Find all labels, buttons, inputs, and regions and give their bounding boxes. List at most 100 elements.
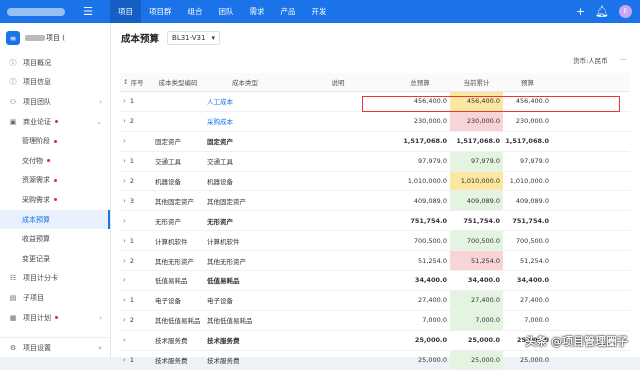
business-icon: ▣ [9,117,17,126]
sidebar-item[interactable]: ⚇ 项目团队 › [0,92,110,112]
main-content: 成本预算 BL31-V31 ▾ 货币:人民币 ··· ↕ 序号 成本类型编码 成本… [111,23,640,370]
cell-desc [286,112,390,131]
table-row[interactable]: › 2 其他无形资产 其他无形资产 51,254.0 51,254.0 51,254.0 [120,251,630,272]
cell-desc [286,271,390,290]
expand-icon[interactable]: › [123,276,126,284]
cell-type[interactable]: 采购成本 [204,112,286,131]
expand-icon[interactable]: › [123,316,126,324]
expand-icon[interactable]: › [123,336,126,344]
table-row[interactable]: › 1 人工成本 456,400.0 456,400.0 456,400.0 [120,92,630,112]
expand-icon[interactable]: › [123,197,126,205]
cell-current: 25,000.0 [450,350,503,370]
sidebar-item-label: 项目团队 [23,97,51,106]
sidebar-item[interactable]: ☷ 项目计分卡 [0,269,110,289]
sidebar-item-label: 资源需求 [22,176,50,185]
col-header-desc[interactable]: 说明 [286,73,390,91]
version-value: BL31-V31 [172,34,206,42]
sidebar: ≡ 项目 ( ⓘ 项目概况 ⓘ 项目信息 ⚇ 项目团队 › ▣ 商业论证 ⌄ 管理阶段 交付物 资源需求… [0,23,111,357]
sidebar-item-label: 商业论证 [23,117,51,126]
cell-type: 其他低值易耗品 [207,317,253,326]
col-header-code[interactable]: 成本类型编码 [152,73,204,91]
info-icon: ⓘ [9,58,17,67]
col-header-budget[interactable]: 预算 [503,73,552,91]
cell-code: 其他低值易耗品 [155,317,201,326]
currency-label: 货币:人民币 [573,57,608,65]
avatar[interactable]: E [619,5,632,18]
nav-item[interactable]: 需求 [242,0,273,23]
expand-icon[interactable]: › [123,356,126,364]
cell-desc [286,191,390,210]
nav-item[interactable]: 项目 [110,0,141,23]
cell-budget: 34,400.0 [516,276,549,285]
expand-icon[interactable]: › [123,97,126,105]
table-row[interactable]: › 2 其他低值易耗品 其他低值易耗品 7,000.0 7,000.0 7,000.0 [120,310,630,331]
cell-current: 97,979.0 [450,151,503,171]
bell-icon[interactable]: 🔔︎ [595,5,609,18]
cell-type[interactable]: 人工成本 [204,92,286,111]
expand-icon[interactable]: › [123,137,126,145]
sidebar-item[interactable]: 管理阶段 [0,131,110,151]
cell-no: › 1 [123,296,134,305]
cell-budget: 1,010,000.0 [509,177,549,185]
nav-item[interactable]: 团队 [211,0,242,23]
app-logo[interactable] [0,0,80,23]
table-row[interactable]: › 3 其他固定资产 其他固定资产 409,089.0 409,089.0 409,089.… [120,191,630,212]
expand-icon[interactable]: › [123,217,126,225]
cell-budget: 456,400.0 [515,97,549,106]
cell-current: 456,400.0 [450,92,503,111]
sidebar-item[interactable]: 采购需求 [0,190,110,210]
expand-icon[interactable]: › [123,296,126,304]
table-row[interactable]: › 无形资产 无形资产 751,754.0 751,754.0 751,754.0 [120,211,630,232]
sidebar-item[interactable]: 收益预算 [0,229,110,249]
table-row[interactable]: › 2 机器设备 机器设备 1,010,000.0 1,010,000.0 1,010,00… [120,171,630,192]
expand-icon[interactable]: › [123,237,126,245]
table-row[interactable]: › 低值易耗品 低值易耗品 34,400.0 34,400.0 34,400.0 [120,271,630,291]
sidebar-item-settings[interactable]: ⚙ 项目设置 « [0,337,110,357]
sidebar-item[interactable]: 资源需求 [0,171,110,191]
sidebar-item[interactable]: ⓘ 项目信息 [0,73,110,93]
table-row[interactable]: › 1 技术服务费 技术服务费 25,000.0 25,000.0 25,000.0 [120,350,630,370]
nav-item[interactable]: 组合 [180,0,211,23]
more-icon[interactable]: ··· [620,56,626,64]
status-dot [55,120,58,124]
sidebar-item[interactable]: ⓘ 项目概况 [0,53,110,73]
sidebar-item[interactable]: ▣ 商业论证 ⌄ [0,112,110,132]
col-header-type[interactable]: 成本类型 [204,73,286,91]
col-header-total[interactable]: 总预算 [390,73,450,91]
expand-icon[interactable]: › [123,177,126,185]
expand-icon[interactable]: › [123,257,126,265]
status-dot [54,178,57,182]
cell-type: 固定资产 [207,138,233,147]
team-icon: ⚇ [9,97,17,106]
cell-current: 700,500.0 [450,231,503,251]
gear-icon: ⚙ [9,343,17,352]
project-switcher[interactable]: ≡ 项目 ( [0,23,110,53]
nav-item[interactable]: 项目群 [141,0,180,23]
table-row[interactable]: › 1 交通工具 交通工具 97,979.0 97,979.0 97,979.0 [120,151,630,172]
col-header-current[interactable]: 当前累计 [450,73,503,91]
sidebar-item[interactable]: 成本预算 [0,209,110,230]
version-select[interactable]: BL31-V31 ▾ [167,31,220,45]
table-row[interactable]: › 1 电子设备 电子设备 27,400.0 27,400.0 27,400.0 [120,290,630,311]
sidebar-item[interactable]: ▤ 子项目 [0,288,110,308]
table-row[interactable]: › 2 采购成本 230,000.0 230,000.0 230,000.0 [120,111,630,132]
nav-item[interactable]: 开发 [304,0,335,23]
col-header-no[interactable]: ↕ 序号 [120,73,152,91]
menu-toggle-icon[interactable]: ☰ [80,0,96,23]
nav-item[interactable]: 产品 [273,0,304,23]
table-row[interactable]: › 固定资产 固定资产 1,517,068.0 1,517,068.0 1,517,068… [120,132,630,152]
expand-icon[interactable]: › [123,157,126,165]
cell-current: 1,517,068.0 [456,137,500,146]
cell-no: › 1 [123,97,134,106]
collapse-icon[interactable]: « [98,344,102,352]
add-icon[interactable]: + [576,5,585,18]
expand-icon[interactable]: › [123,117,126,125]
sidebar-item[interactable]: 交付物 [0,151,110,171]
subproject-icon: ▤ [9,293,17,302]
cell-current: 34,400.0 [467,276,500,285]
table-row[interactable]: › 1 计算机软件 计算机软件 700,500.0 700,500.0 700,500.0 [120,231,630,252]
sidebar-item[interactable]: ▦ 项目计划 › [0,308,110,328]
sidebar-item-label: 采购需求 [22,195,50,204]
sidebar-item[interactable]: 变更记录 [0,249,110,269]
chevron-icon: ⌄ [96,117,102,126]
